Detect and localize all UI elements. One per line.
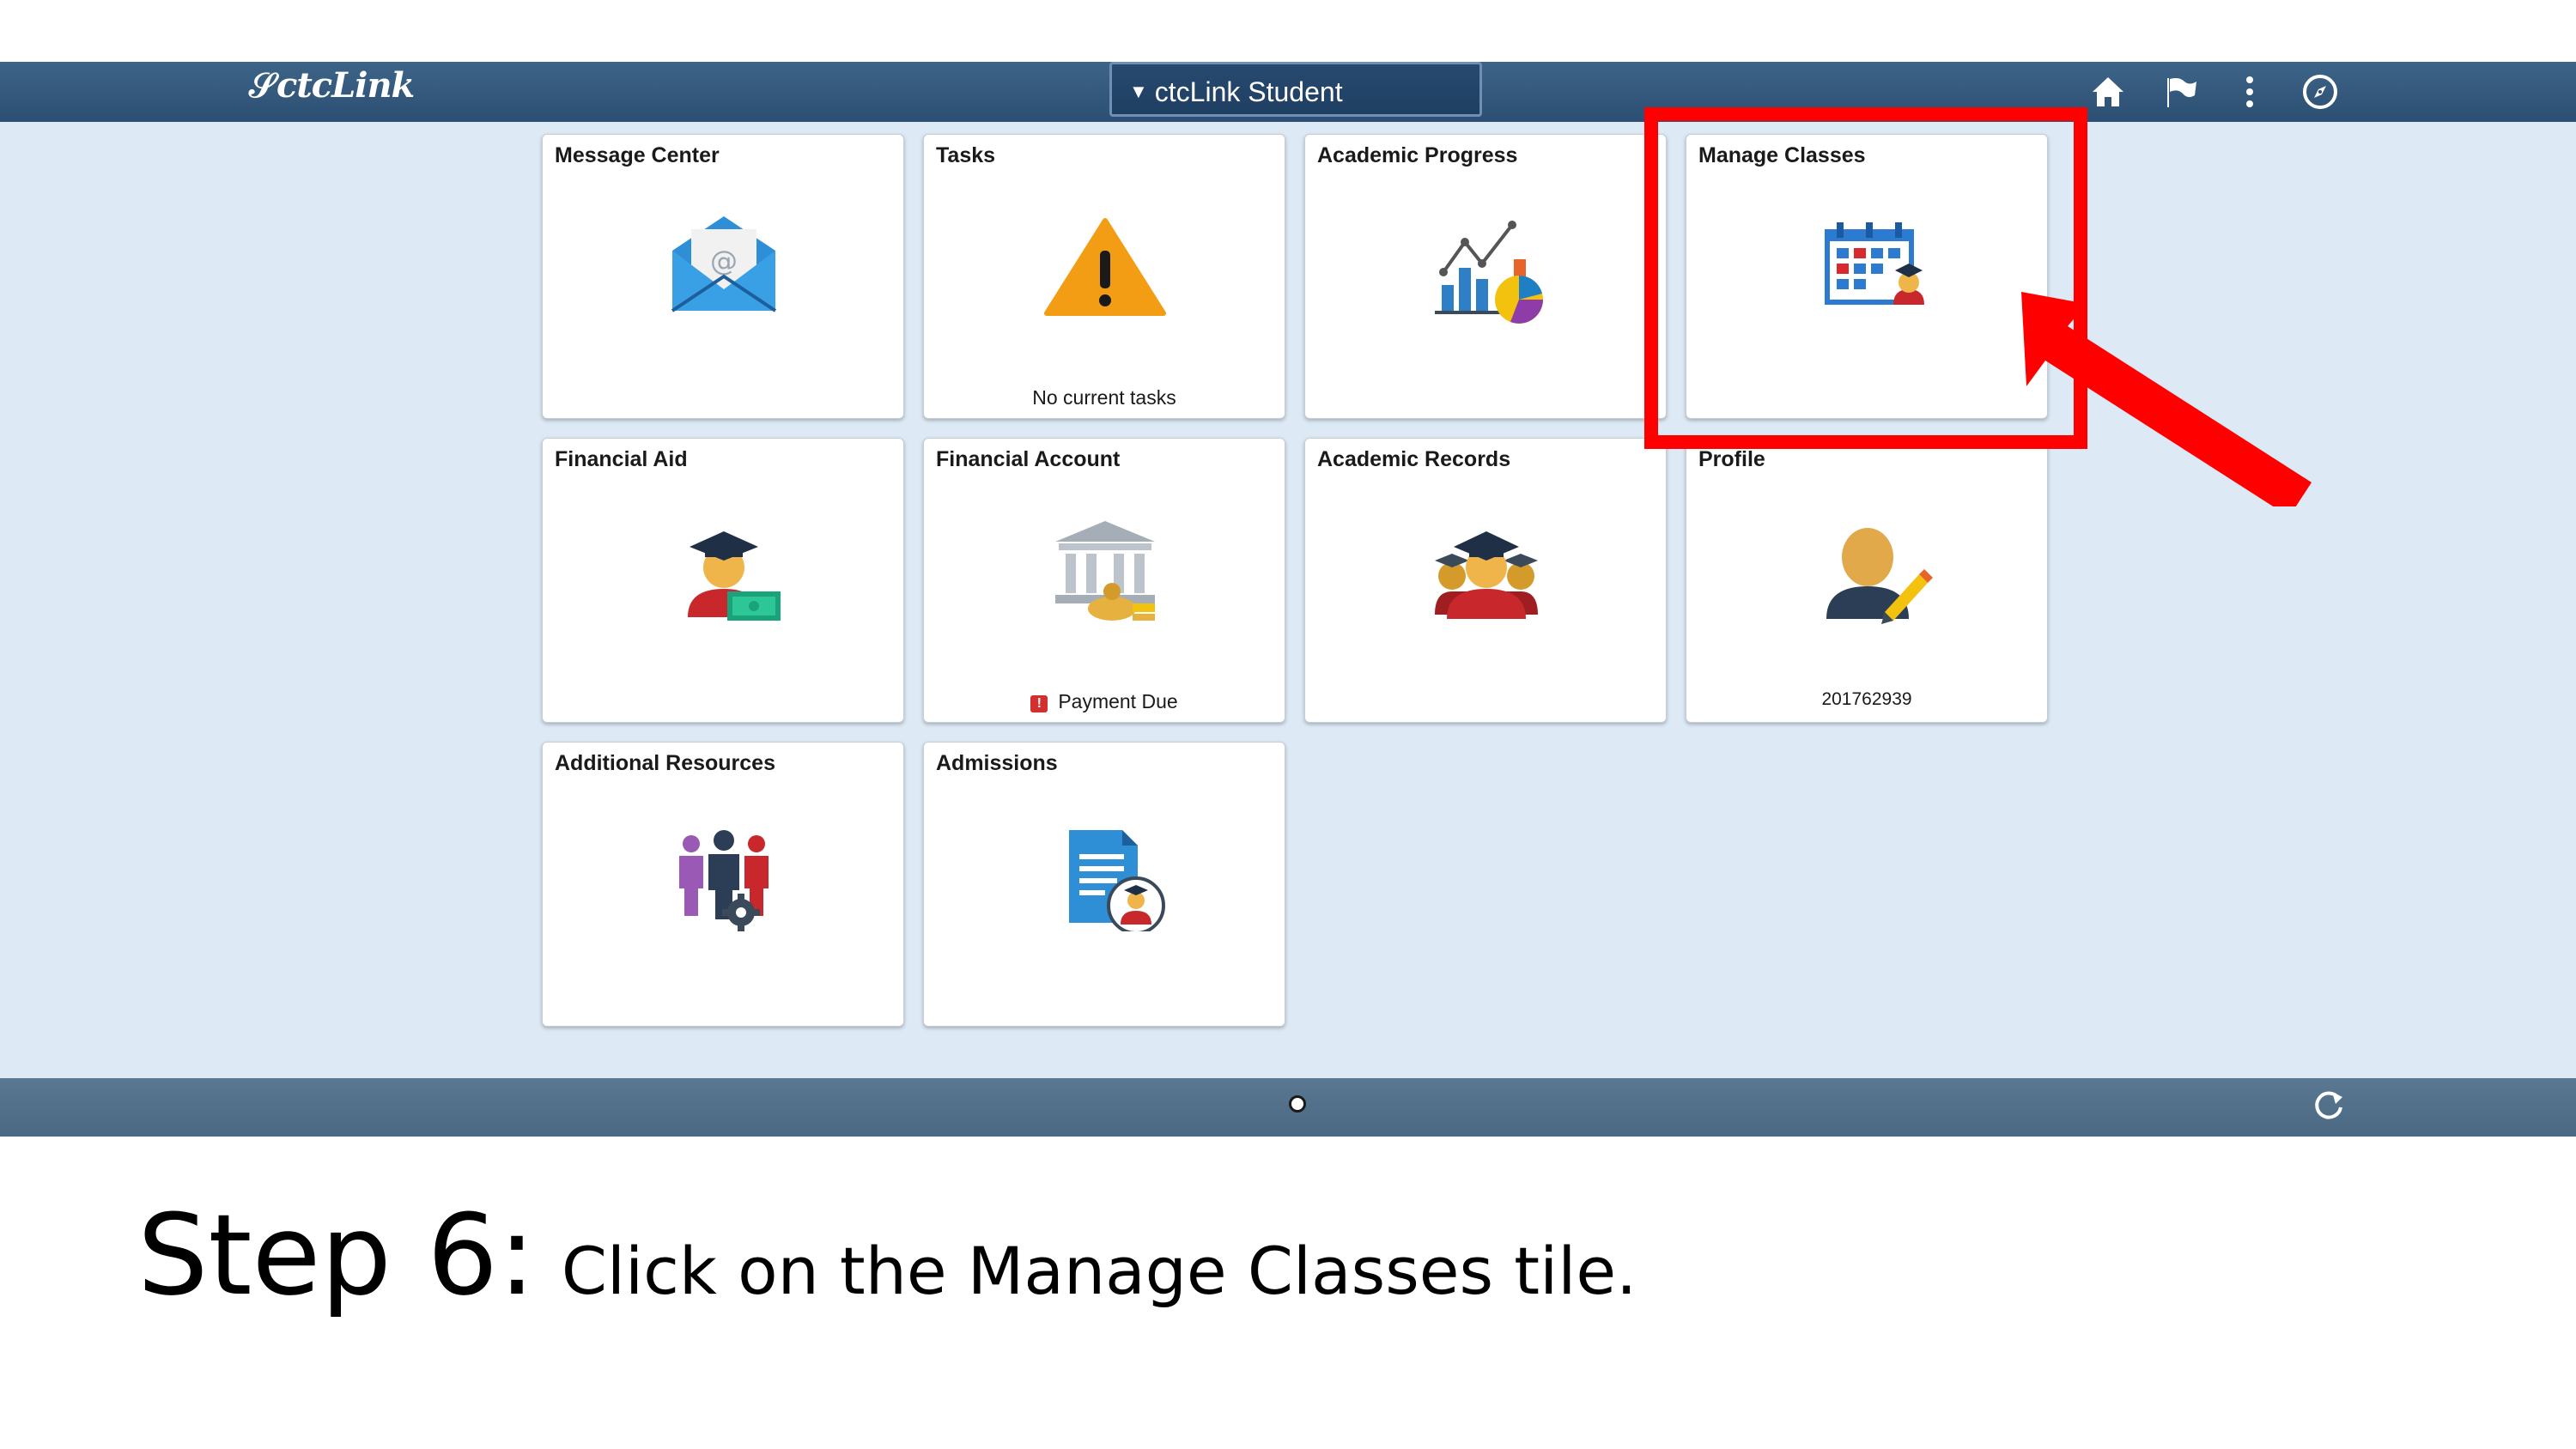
step-label: Step 6: <box>137 1190 536 1320</box>
flag-icon[interactable] <box>2159 70 2202 113</box>
progress-chart-icon <box>1418 203 1555 324</box>
tile-title: Financial Aid <box>555 447 688 471</box>
svg-text:@: @ <box>710 245 738 277</box>
tile-academic-progress[interactable]: Academic Progress <box>1304 134 1667 419</box>
warning-icon <box>1036 203 1174 324</box>
tile-tasks[interactable]: Tasks No current tasks <box>923 134 1285 419</box>
page-dot-icon[interactable] <box>1289 1095 1306 1113</box>
tile-financial-aid[interactable]: Financial Aid <box>542 438 904 723</box>
home-icon[interactable] <box>2087 70 2129 113</box>
tile-subtitle: 201762939 <box>1821 689 1912 709</box>
envelope-icon: @ <box>655 203 793 324</box>
tile-financial-account[interactable]: Financial Account ! Payment Due <box>923 438 1285 723</box>
refresh-icon[interactable] <box>2310 1087 2348 1125</box>
instruction-caption: Step 6: Click on the Manage Classes tile. <box>137 1190 1637 1320</box>
instruction-bold: Manage Classes <box>967 1233 1494 1309</box>
tile-profile[interactable]: Profile 201762939 <box>1686 438 2048 723</box>
profile-edit-icon <box>1799 507 1936 627</box>
alert-icon: ! <box>1030 695 1048 712</box>
document-student-icon <box>1036 811 1174 935</box>
tile-academic-records[interactable]: Academic Records <box>1304 438 1667 723</box>
graduates-icon <box>1418 507 1555 627</box>
instruction-text: Click on the Manage Classes tile. <box>562 1233 1637 1309</box>
tile-title: Profile <box>1698 447 1765 471</box>
caret-down-icon: ▼ <box>1129 80 1148 102</box>
logo-text: ctcLink <box>276 65 415 106</box>
screen: 𝒮ctcLink ▼ctcLink Student Homepage Messa… <box>0 62 2576 1137</box>
ctclink-logo[interactable]: 𝒮ctcLink <box>249 65 415 106</box>
tile-title: Admissions <box>936 751 1058 775</box>
tile-message-center[interactable]: Message Center @ <box>542 134 904 419</box>
instruction-post: tile. <box>1493 1233 1637 1309</box>
tile-subtitle: No current tasks <box>1032 386 1176 409</box>
bottom-bar <box>0 1078 2576 1137</box>
instruction-pre: Click on the <box>561 1233 968 1309</box>
tile-subtitle: ! Payment Due <box>924 690 1285 713</box>
bank-icon <box>1036 507 1174 627</box>
navigator-icon[interactable] <box>2299 70 2342 113</box>
tile-additional-resources[interactable]: Additional Resources <box>542 742 904 1027</box>
more-icon[interactable] <box>2228 70 2271 113</box>
tile-title: Academic Records <box>1317 447 1511 471</box>
payment-due-text: Payment Due <box>1058 690 1178 712</box>
people-gear-icon <box>655 811 793 931</box>
red-arrow-icon <box>2021 292 2312 506</box>
tile-title: Additional Resources <box>555 751 775 775</box>
tile-admissions[interactable]: Admissions <box>923 742 1285 1027</box>
graduate-money-icon <box>655 507 793 627</box>
tile-title: Tasks <box>936 143 996 167</box>
tile-title: Financial Account <box>936 447 1121 471</box>
tile-title: Message Center <box>555 143 720 167</box>
tile-title: Academic Progress <box>1317 143 1518 167</box>
top-header: 𝒮ctcLink ▼ctcLink Student Homepage <box>0 62 2576 165</box>
homepage-selector[interactable]: ▼ctcLink Student Homepage <box>1109 62 1482 165</box>
